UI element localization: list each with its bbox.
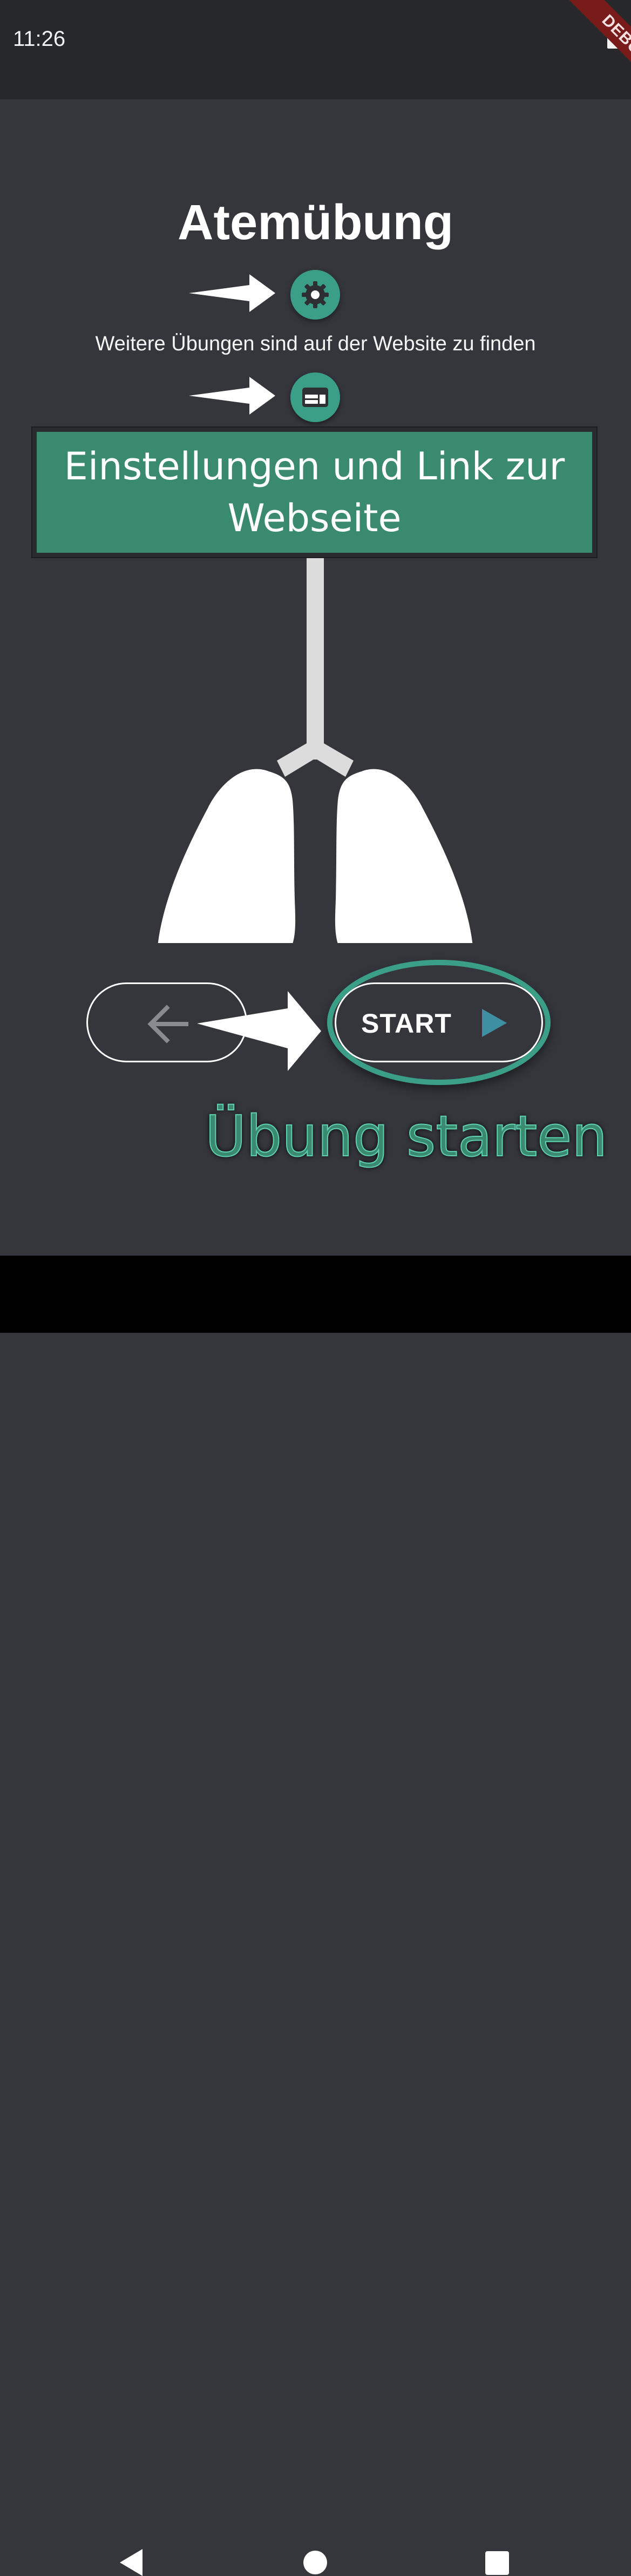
navigation-bar <box>0 1256 631 2576</box>
overlay-banner-text: Einstellungen und Link zur Webseite <box>64 444 565 540</box>
arrow-left-icon <box>147 1005 188 1043</box>
arrow-to-settings-icon <box>189 274 275 312</box>
home-icon[interactable] <box>303 2550 328 2575</box>
arrow-to-start-icon <box>197 991 321 1071</box>
battery-icon <box>607 29 619 49</box>
lungs-illustration <box>158 554 473 943</box>
website-link-button[interactable] <box>290 372 340 422</box>
status-time: 11:26 <box>13 27 66 51</box>
website-hint-text: Weitere Übungen sind auf der Website zu … <box>95 333 536 355</box>
main-content: Atemübung Weitere Übungen sind auf der W… <box>0 99 631 1256</box>
page-title: Atemübung <box>177 195 454 250</box>
recents-icon[interactable] <box>485 2551 509 2575</box>
back-icon[interactable] <box>120 2549 143 2576</box>
browser-window-icon <box>302 388 328 407</box>
status-bar: 11:26 <box>0 0 631 99</box>
overlay-annotation-banner: Einstellungen und Link zur Webseite <box>32 428 596 557</box>
play-icon <box>482 1009 507 1037</box>
settings-button[interactable] <box>290 270 340 320</box>
arrow-to-website-icon <box>189 377 275 415</box>
start-label: START <box>361 1008 452 1039</box>
gear-icon <box>302 281 329 308</box>
start-caption: Übung starten <box>205 1103 608 1170</box>
start-button[interactable]: START <box>335 982 543 1062</box>
